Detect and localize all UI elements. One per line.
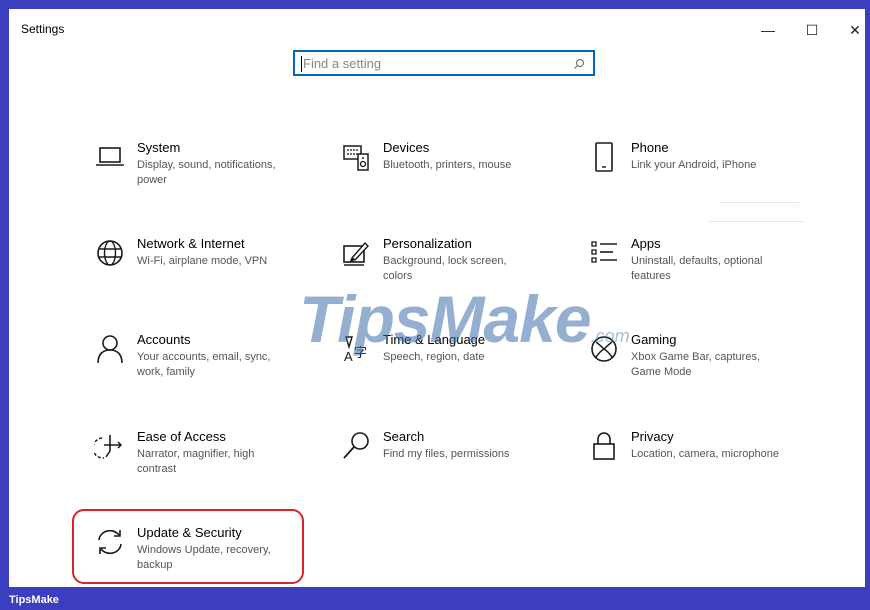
category-privacy[interactable]: Privacy Location, camera, microphone (587, 429, 787, 499)
category-description: Display, sound, notifications, power (137, 159, 276, 186)
laptop-icon (93, 140, 127, 174)
magnifier-icon (339, 429, 373, 463)
category-title: Search (383, 429, 425, 444)
category-system[interactable]: System Display, sound, notifications, po… (93, 140, 293, 210)
category-description: Bluetooth, printers, mouse (383, 159, 512, 171)
category-description: Narrator, magnifier, high contrast (137, 448, 255, 475)
category-description: Location, camera, microphone (631, 448, 779, 460)
category-title: Privacy (631, 429, 674, 444)
category-search[interactable]: Search Find my files, permissions (339, 429, 539, 499)
search-icon[interactable] (573, 57, 585, 75)
highlight-annotation (72, 509, 304, 584)
watermark: TipsMake.com (299, 281, 630, 357)
globe-icon (93, 236, 127, 270)
category-description: Uninstall, defaults, optional features (631, 255, 763, 282)
category-title: Network & Internet (137, 236, 245, 251)
window-title: Settings (21, 22, 65, 36)
keyboard-speaker-icon (339, 140, 373, 174)
category-description: Background, lock screen, colors (383, 255, 507, 282)
category-description: Find my files, permissions (383, 448, 510, 460)
category-title: Gaming (631, 332, 677, 347)
settings-window: Settings — ☐ ✕ Find a setting System Dis… (9, 9, 865, 587)
category-title: Phone (631, 140, 669, 155)
category-title: Devices (383, 140, 430, 155)
category-title: Accounts (137, 332, 191, 347)
category-title: Ease of Access (137, 429, 226, 444)
search-placeholder: Find a setting (303, 56, 382, 71)
category-description: Xbox Game Bar, captures, Game Mode (631, 351, 761, 378)
search-input[interactable]: Find a setting (293, 50, 595, 76)
category-network[interactable]: Network & Internet Wi-Fi, airplane mode,… (93, 236, 293, 306)
category-description: Wi-Fi, airplane mode, VPN (137, 255, 268, 267)
minimize-button[interactable]: — (748, 17, 788, 43)
lock-icon (587, 429, 621, 463)
phone-icon (587, 140, 621, 174)
category-title: Apps (631, 236, 661, 251)
category-title: Personalization (383, 236, 472, 251)
footer-brand: TipsMake (9, 594, 59, 606)
category-devices[interactable]: Devices Bluetooth, printers, mouse (339, 140, 539, 210)
watermark-brand: TipsMake (299, 282, 592, 356)
category-title: System (137, 140, 181, 155)
category-phone[interactable]: Phone Link your Android, iPhone (587, 140, 787, 210)
ease-of-access-icon (93, 429, 127, 463)
close-button[interactable]: ✕ (835, 17, 865, 43)
apps-list-icon (587, 236, 621, 270)
paint-icon (339, 236, 373, 270)
divider (709, 221, 804, 222)
category-description: Your accounts, email, sync, work, family (137, 351, 271, 378)
category-accounts[interactable]: Accounts Your accounts, email, sync, wor… (93, 332, 293, 402)
category-description: Link your Android, iPhone (631, 159, 757, 171)
maximize-button[interactable]: ☐ (792, 17, 832, 43)
person-icon (93, 332, 127, 366)
watermark-suffix: .com (590, 326, 630, 346)
text-caret (301, 56, 302, 72)
category-ease-of-access[interactable]: Ease of Access Narrator, magnifier, high… (93, 429, 293, 499)
